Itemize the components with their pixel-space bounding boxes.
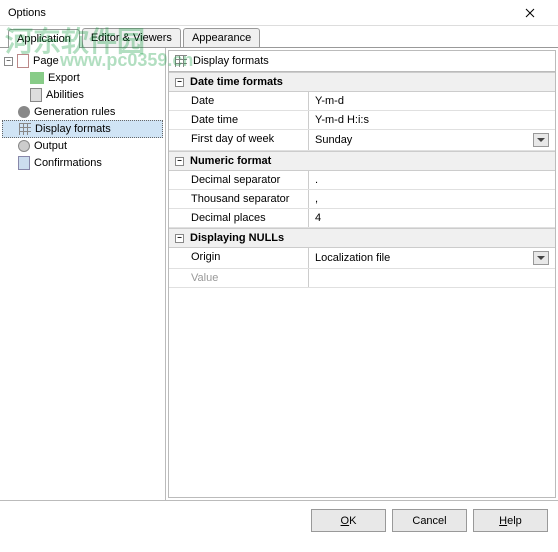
prop-label: Date	[169, 92, 309, 110]
tree-panel: − Page Export Abilities Generation rules…	[0, 48, 166, 500]
tree-item-generation-rules[interactable]: Generation rules	[2, 104, 163, 120]
window-titlebar: Options	[0, 0, 558, 26]
group-header-datetime[interactable]: − Date time formats	[169, 72, 555, 92]
tab-appearance[interactable]: Appearance	[183, 28, 260, 47]
tree-collapse-icon[interactable]: −	[4, 57, 13, 66]
cancel-button[interactable]: Cancel	[392, 509, 467, 532]
tree-label: Generation rules	[34, 106, 115, 118]
prop-label: Value	[169, 269, 309, 287]
help-button[interactable]: Help	[473, 509, 548, 532]
prop-value[interactable]: Localization file	[309, 248, 555, 268]
tree-label: Confirmations	[34, 157, 102, 169]
prop-row-datetime[interactable]: Date time Y-m-d H:i:s	[169, 111, 555, 130]
prop-value[interactable]: Sunday	[309, 130, 555, 150]
prop-row-firstday[interactable]: First day of week Sunday	[169, 130, 555, 151]
tab-bar: Application Editor & Viewers Appearance	[0, 26, 558, 48]
prop-value[interactable]: 4	[309, 209, 555, 227]
prop-label: Thousand separator	[169, 190, 309, 208]
group-title: Displaying NULLs	[190, 232, 284, 244]
prop-value[interactable]: .	[309, 171, 555, 189]
panel-header: Display formats	[169, 51, 555, 72]
close-button[interactable]	[510, 1, 550, 25]
group-title: Date time formats	[190, 76, 283, 88]
prop-label: First day of week	[169, 130, 309, 150]
button-bar: OK Cancel Help	[0, 500, 558, 540]
prop-value[interactable]: Y-m-d	[309, 92, 555, 110]
property-grid: − Date time formats Date Y-m-d Date time…	[169, 72, 555, 497]
prop-label: Decimal separator	[169, 171, 309, 189]
prop-row-origin[interactable]: Origin Localization file	[169, 248, 555, 269]
group-header-numeric[interactable]: − Numeric format	[169, 151, 555, 171]
tree-item-page[interactable]: − Page	[2, 52, 163, 70]
collapse-icon[interactable]: −	[175, 78, 184, 87]
prop-value[interactable]: Y-m-d H:i:s	[309, 111, 555, 129]
tree-label: Export	[48, 72, 80, 84]
tree-label: Display formats	[35, 123, 111, 135]
chevron-down-icon[interactable]	[533, 133, 549, 147]
group-title: Numeric format	[190, 155, 271, 167]
prop-value	[309, 269, 555, 287]
tree-item-output[interactable]: Output	[2, 138, 163, 154]
tree-item-abilities[interactable]: Abilities	[2, 86, 163, 104]
chevron-down-icon[interactable]	[533, 251, 549, 265]
collapse-icon[interactable]: −	[175, 234, 184, 243]
gear-icon	[18, 106, 30, 118]
tab-application[interactable]: Application	[8, 29, 80, 48]
collapse-icon[interactable]: −	[175, 157, 184, 166]
properties-panel: Display formats − Date time formats Date…	[168, 50, 556, 498]
close-icon	[525, 8, 535, 18]
tree-item-confirmations[interactable]: Confirmations	[2, 154, 163, 172]
tree-item-export[interactable]: Export	[2, 70, 163, 86]
prop-row-value: Value	[169, 269, 555, 288]
tree-label: Output	[34, 140, 67, 152]
output-icon	[18, 140, 30, 152]
prop-label: Date time	[169, 111, 309, 129]
page-icon	[17, 54, 29, 68]
panel-title: Display formats	[193, 55, 269, 67]
group-header-nulls[interactable]: − Displaying NULLs	[169, 228, 555, 248]
content-area: − Page Export Abilities Generation rules…	[0, 48, 558, 500]
tree-item-display-formats[interactable]: Display formats	[2, 120, 163, 138]
tree-label: Abilities	[46, 89, 84, 101]
prop-row-decimal-sep[interactable]: Decimal separator .	[169, 171, 555, 190]
prop-row-date[interactable]: Date Y-m-d	[169, 92, 555, 111]
grid-icon	[175, 55, 187, 67]
prop-label: Decimal places	[169, 209, 309, 227]
export-icon	[30, 72, 44, 84]
prop-value[interactable]: ,	[309, 190, 555, 208]
prop-row-decimal-places[interactable]: Decimal places 4	[169, 209, 555, 228]
prop-label: Origin	[169, 248, 309, 268]
ok-button[interactable]: OK	[311, 509, 386, 532]
abilities-icon	[30, 88, 42, 102]
tree-label: Page	[33, 55, 59, 67]
prop-row-thousand-sep[interactable]: Thousand separator ,	[169, 190, 555, 209]
grid-icon	[19, 123, 31, 135]
confirm-icon	[18, 156, 30, 170]
tab-editor-viewers[interactable]: Editor & Viewers	[82, 28, 181, 47]
window-title: Options	[8, 7, 46, 19]
